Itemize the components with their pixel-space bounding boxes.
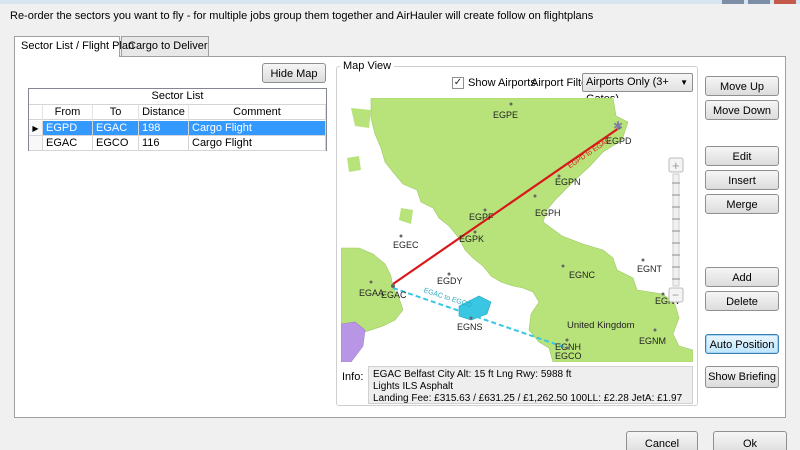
airport-label: EGPE xyxy=(493,110,518,120)
airport-label: EGEC xyxy=(393,240,419,250)
airport-label: EGNT xyxy=(637,264,663,274)
map-svg[interactable]: EGPD to EGAC EGAC to EGCO EGPE ✱ EGPD EG… xyxy=(341,98,693,362)
add-button[interactable]: Add xyxy=(705,267,779,287)
airport-label: EGAA xyxy=(359,288,384,298)
place-label: United Kingdom xyxy=(567,320,635,331)
cell-from[interactable]: EGPD xyxy=(43,121,93,136)
zoom-out-icon: − xyxy=(672,288,679,302)
tab-sector-list[interactable]: Sector List / Flight Plan xyxy=(14,36,134,57)
cancel-button[interactable]: Cancel xyxy=(626,431,698,450)
auto-position-button[interactable]: Auto Position xyxy=(705,334,779,354)
delete-button[interactable]: Delete xyxy=(705,291,779,311)
airport-filter-select[interactable]: Airports Only (3+ Gates) ▼ xyxy=(582,73,693,105)
land-island xyxy=(347,156,361,172)
airport-marker xyxy=(391,284,395,288)
airport-marker xyxy=(469,316,473,320)
cell-to[interactable]: EGCO xyxy=(93,136,139,151)
map-view-label: Map View xyxy=(340,60,395,72)
edit-button[interactable]: Edit xyxy=(705,146,779,166)
cell-comment[interactable]: Cargo Flight xyxy=(189,136,326,151)
cell-to[interactable]: EGAC xyxy=(93,121,139,136)
show-airports-checkbox[interactable]: ✓ xyxy=(452,77,464,89)
airport-label: EGPD xyxy=(606,136,632,146)
hide-map-button[interactable]: Hide Map xyxy=(262,63,326,83)
column-header-distance[interactable]: Distance xyxy=(139,105,189,120)
show-airports-toggle[interactable]: ✓ Show Airports xyxy=(452,76,536,90)
cell-comment[interactable]: Cargo Flight xyxy=(189,121,326,136)
airport-marker xyxy=(561,264,565,268)
airport-label: EGPN xyxy=(555,177,581,187)
sector-list-grid: Sector List From To Distance Comment ▶ E… xyxy=(28,88,327,151)
airport-label: EGDY xyxy=(437,276,463,286)
maximize-button-edge[interactable] xyxy=(748,0,770,4)
land-great-britain xyxy=(370,98,693,362)
info-line: Landing Fee: £315.63 / £631.25 / £1,262.… xyxy=(373,393,683,404)
zoom-control[interactable]: + − xyxy=(668,157,684,303)
column-header-comment[interactable]: Comment xyxy=(189,105,326,120)
show-airports-label: Show Airports xyxy=(468,77,536,89)
airport-label: EGNC xyxy=(569,270,596,280)
ok-button[interactable]: Ok xyxy=(713,431,787,450)
tab-cargo-to-deliver[interactable]: Cargo to Deliver xyxy=(121,36,209,56)
sector-list-title: Sector List xyxy=(29,89,326,105)
airport-label: EGPK xyxy=(459,234,484,244)
airport-marker xyxy=(565,346,569,350)
row-indicator-icon: ▶ xyxy=(29,121,43,136)
cell-from[interactable]: EGAC xyxy=(43,136,93,151)
zoom-in-icon: + xyxy=(672,158,680,173)
sector-list-header: From To Distance Comment xyxy=(29,105,326,120)
info-line: Lights ILS Asphalt xyxy=(373,381,454,392)
airport-label: EGPH xyxy=(535,208,561,218)
merge-button[interactable]: Merge xyxy=(705,194,779,214)
airport-label: EGCO xyxy=(555,351,582,361)
instructions-text: Re-order the sectors you want to fly - f… xyxy=(10,10,594,22)
land-other-region xyxy=(341,321,366,362)
map-canvas[interactable]: EGPD to EGAC EGAC to EGCO EGPE ✱ EGPD EG… xyxy=(341,98,693,362)
column-header-from[interactable]: From xyxy=(43,105,93,120)
minimize-button-edge[interactable] xyxy=(722,0,744,4)
land-island xyxy=(351,108,371,128)
airport-star-icon: ✱ xyxy=(613,119,623,133)
airport-label: EGNM xyxy=(639,336,666,346)
airport-marker xyxy=(369,280,373,284)
airport-marker xyxy=(533,194,537,198)
airport-label: EGPF xyxy=(469,212,494,222)
cell-distance[interactable]: 198 xyxy=(139,121,189,136)
airport-marker xyxy=(399,234,403,238)
move-up-button[interactable]: Move Up xyxy=(705,76,779,96)
row-indicator-icon xyxy=(29,136,43,151)
airport-label: EGAC xyxy=(381,290,407,300)
airport-marker xyxy=(509,102,513,106)
info-label: Info: xyxy=(342,371,364,383)
cell-distance[interactable]: 116 xyxy=(139,136,189,151)
move-down-button[interactable]: Move Down xyxy=(705,100,779,120)
airport-info-box: EGAC Belfast City Alt: 15 ft Lng Rwy: 59… xyxy=(368,366,693,404)
chevron-down-icon: ▼ xyxy=(680,78,688,87)
show-briefing-button[interactable]: Show Briefing xyxy=(705,366,779,388)
table-row[interactable]: ▶ EGPD EGAC 198 Cargo Flight xyxy=(29,121,326,136)
close-button-edge[interactable] xyxy=(774,0,796,4)
info-line: EGAC Belfast City Alt: 15 ft Lng Rwy: 59… xyxy=(373,369,572,380)
land-island xyxy=(399,208,413,224)
title-bar-edge xyxy=(0,0,800,4)
insert-button[interactable]: Insert xyxy=(705,170,779,190)
airport-marker xyxy=(641,258,645,262)
column-header-to[interactable]: To xyxy=(93,105,139,120)
airport-label: EGNS xyxy=(457,322,483,332)
table-row[interactable]: EGAC EGCO 116 Cargo Flight xyxy=(29,136,326,151)
airport-marker xyxy=(653,328,657,332)
row-indicator-header xyxy=(29,105,43,120)
